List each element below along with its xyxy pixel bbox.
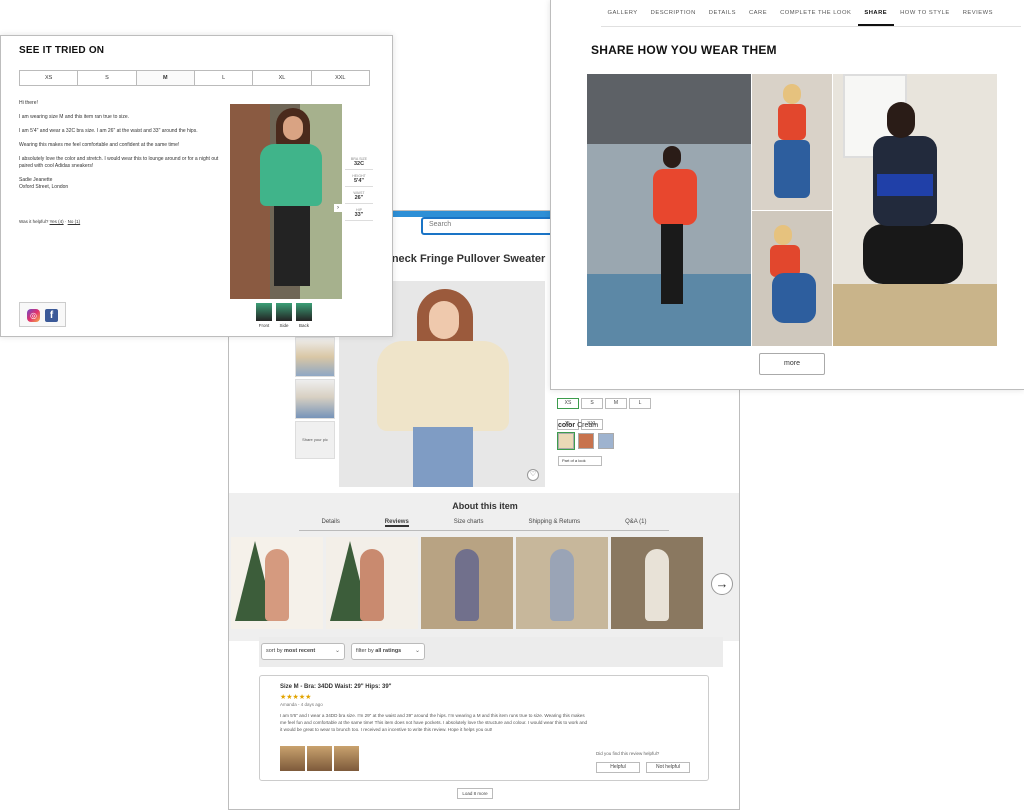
review-photo[interactable] [326,537,418,629]
nav-reviews[interactable]: REVIEWS [956,10,999,26]
not-helpful-button[interactable]: Not helpful [646,762,690,773]
facebook-icon[interactable]: f [45,309,58,322]
chevron-right-icon[interactable]: › [334,204,342,212]
view-front[interactable]: Front [256,303,272,328]
view-selector: Front Side Back [256,303,312,328]
filter-dropdown[interactable]: filter by all ratings ⌄ [351,643,425,660]
yes-link[interactable]: Yes (4) [50,219,64,224]
model-photo [230,104,342,299]
customer-photo[interactable] [752,74,832,210]
thumbnail-image[interactable] [295,337,335,377]
nav-gallery[interactable]: GALLERY [601,10,644,26]
star-rating: ★★★★★ [280,694,312,701]
view-back[interactable]: Back [296,303,312,328]
size-option[interactable]: XS [557,398,579,409]
tab-size-charts[interactable]: Size charts [454,519,484,527]
customer-photo[interactable] [752,211,832,346]
thumbnail-image[interactable] [295,379,335,419]
size-tab[interactable]: XS [20,71,79,85]
social-links: ◎ f [19,302,66,327]
nav-share[interactable]: SHARE [857,10,894,26]
load-more-button[interactable]: Load 8 more [457,788,493,799]
size-option[interactable]: M [605,398,627,409]
arrow-right-icon[interactable]: → [711,573,733,595]
view-side[interactable]: Side [276,303,292,328]
chevron-down-icon: ⌄ [334,648,340,654]
chevron-down-icon: ⌄ [414,648,420,654]
size-option[interactable]: L [629,398,651,409]
about-title: About this item [452,501,518,511]
color-swatch-cream[interactable] [557,432,575,450]
color-label: color Cream [558,422,599,429]
review-card: Size M - Bra: 34DD Waist: 29" Hips: 39" … [259,675,709,781]
size-tabs: XS S M L XL XXL [19,70,370,86]
nav-how-to-style[interactable]: HOW TO STYLE [894,10,957,26]
review-photo-thumb[interactable] [307,746,332,771]
sort-dropdown[interactable]: sort by most recent ⌄ [261,643,345,660]
heart-icon[interactable]: ♡ [527,469,539,481]
review-author: Amanda - 4 days ago [280,702,323,707]
review-photo-thumb[interactable] [334,746,359,771]
nav-details[interactable]: DETAILS [702,10,742,26]
tab-reviews[interactable]: Reviews [384,519,409,527]
share-panel: GALLERY DESCRIPTION DETAILS CARE COMPLET… [550,0,1024,390]
review-photo[interactable] [611,537,703,629]
review-title: Size M - Bra: 34DD Waist: 29" Hips: 39" [280,684,392,690]
product-nav: GALLERY DESCRIPTION DETAILS CARE COMPLET… [601,10,1021,27]
review-photo[interactable] [231,537,323,629]
part-of-look-button[interactable]: Part of a look [558,456,602,466]
size-tab[interactable]: M [136,71,195,85]
nav-description[interactable]: DESCRIPTION [644,10,702,26]
tab-qa[interactable]: Q&A (1) [625,519,646,527]
tab-details[interactable]: Details [321,519,339,527]
more-button[interactable]: more [759,353,825,375]
helpful-prompt: Was it helpful? Yes (4) · No (1) [19,219,81,224]
helpful-button[interactable]: Helpful [596,762,640,773]
review-photo-thumb[interactable] [280,746,305,771]
instagram-icon[interactable]: ◎ [27,309,40,322]
see-it-tried-on-panel: SEE IT TRIED ON XS S M L XL XXL Hi there… [0,35,393,337]
share-title: SHARE HOW YOU WEAR THEM [591,43,777,57]
nav-complete-the-look[interactable]: COMPLETE THE LOOK [774,10,858,26]
tried-on-description: Hi there! I am wearing size M and this i… [19,100,219,190]
size-tab[interactable]: S [78,71,137,85]
review-photo[interactable] [516,537,608,629]
tab-shipping[interactable]: Shipping & Returns [528,519,580,527]
color-swatches [557,432,618,454]
nav-care[interactable]: CARE [743,10,774,26]
model-measurements: Bra size 32C Height 5'4" Waist 26" Hip 3… [345,157,373,225]
customer-photo[interactable] [587,74,751,346]
about-tabs: Details Reviews Size charts Shipping & R… [299,519,669,531]
share-photo-button[interactable]: Share your pic [295,421,335,459]
review-photos [280,746,359,771]
review-body: I am 5'6" and I wear a 34DD bra size. I'… [280,713,588,732]
color-swatch-rust[interactable] [578,433,594,449]
review-photo-strip [231,537,707,629]
customer-photo[interactable] [833,74,997,346]
no-link[interactable]: No (1) [68,219,81,224]
size-tab[interactable]: L [195,71,254,85]
size-tab[interactable]: XL [253,71,312,85]
helpful-question: Did you find this review helpful? [596,751,660,756]
size-tab[interactable]: XXL [312,71,369,85]
panel-title: SEE IT TRIED ON [19,45,105,56]
review-photo[interactable] [421,537,513,629]
color-swatch-blue[interactable] [598,433,614,449]
size-option[interactable]: S [581,398,603,409]
thumbnail-column: Share your pic [295,337,335,461]
